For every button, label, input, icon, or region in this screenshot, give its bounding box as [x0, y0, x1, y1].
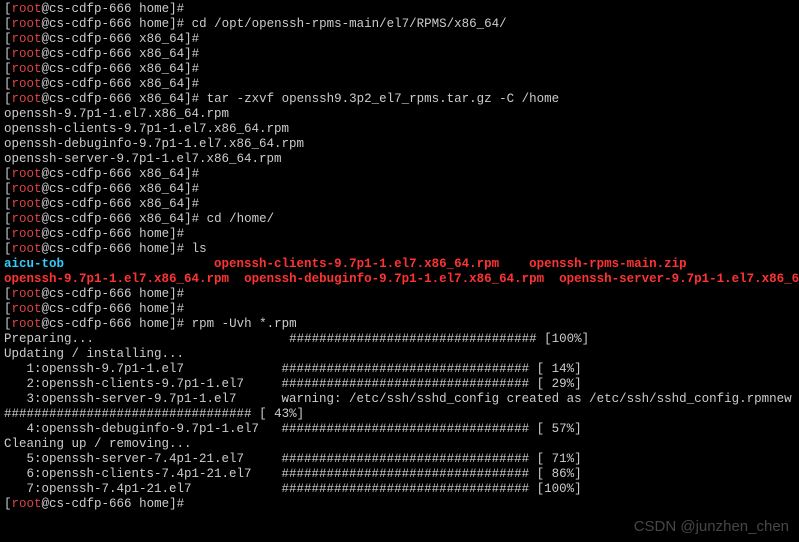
rpm-step: 5:openssh-server-7.4p1-21.el7 ##########… [4, 452, 582, 466]
cmd-cd: cd /opt/openssh-rpms-main/el7/RPMS/x86_6… [192, 17, 507, 31]
rpm-step: 2:openssh-clients-9.7p1-1.el7 ##########… [4, 377, 582, 391]
ls-output-row1: aicu-tob openssh-clients-9.7p1-1.el7.x86… [4, 257, 687, 271]
tar-output: openssh-debuginfo-9.7p1-1.el7.x86_64.rpm [4, 137, 304, 151]
cmd-rpm: rpm -Uvh *.rpm [192, 317, 297, 331]
prompt-line: [root@cs-cdfp-666 x86_64]# [4, 62, 207, 76]
prompt-line: [root@cs-cdfp-666 x86_64]# [4, 77, 207, 91]
ls-output-row2: openssh-9.7p1-1.el7.x86_64.rpm openssh-d… [4, 272, 799, 286]
ls-dir: aicu-tob [4, 257, 64, 271]
rpm-step: 3:openssh-server-9.7p1-1.el7 warning: /e… [4, 392, 792, 406]
prompt-line: [root@cs-cdfp-666 x86_64]# [4, 182, 207, 196]
prompt-line: [root@cs-cdfp-666 home]# [4, 2, 192, 16]
prompt-line: [root@cs-cdfp-666 x86_64]# [4, 47, 207, 61]
rpm-step: 6:openssh-clients-7.4p1-21.el7 #########… [4, 467, 582, 481]
rpm-step: ################################# [ 43%] [4, 407, 304, 421]
prompt-line: [root@cs-cdfp-666 home]# ls [4, 242, 207, 256]
prompt-line: [root@cs-cdfp-666 x86_64]# cd /home/ [4, 212, 274, 226]
rpm-step: 1:openssh-9.7p1-1.el7 ##################… [4, 362, 582, 376]
prompt-line: [root@cs-cdfp-666 home]# [4, 302, 192, 316]
ls-file: openssh-debuginfo-9.7p1-1.el7.x86_64.rpm [244, 272, 544, 286]
rpm-step: 7:openssh-7.4p1-21.el7 #################… [4, 482, 582, 496]
rpm-updating-hdr: Updating / installing... [4, 347, 184, 361]
tar-output: openssh-server-9.7p1-1.el7.x86_64.rpm [4, 152, 282, 166]
prompt-line: [root@cs-cdfp-666 home]# cd /opt/openssh… [4, 17, 507, 31]
rpm-cleaning-hdr: Cleaning up / removing... [4, 437, 192, 451]
cmd-ls: ls [192, 242, 207, 256]
watermark: CSDN @junzhen_chen [634, 519, 789, 534]
prompt-line: [root@cs-cdfp-666 home]# rpm -Uvh *.rpm [4, 317, 297, 331]
prompt-line: [root@cs-cdfp-666 home]# [4, 497, 192, 511]
prompt-line: [root@cs-cdfp-666 x86_64]# tar -zxvf ope… [4, 92, 559, 106]
rpm-preparing: Preparing... ###########################… [4, 332, 589, 346]
ls-file: openssh-clients-9.7p1-1.el7.x86_64.rpm [214, 257, 499, 271]
prompt-line: [root@cs-cdfp-666 x86_64]# [4, 167, 207, 181]
terminal[interactable]: [root@cs-cdfp-666 home]# [root@cs-cdfp-6… [0, 0, 799, 514]
cmd-tar: tar -zxvf openssh9.3p2_el7_rpms.tar.gz -… [207, 92, 560, 106]
prompt-line: [root@cs-cdfp-666 home]# [4, 287, 192, 301]
rpm-step: 4:openssh-debuginfo-9.7p1-1.el7 ########… [4, 422, 582, 436]
ls-file: openssh-9.7p1-1.el7.x86_64.rpm [4, 272, 229, 286]
prompt-line: [root@cs-cdfp-666 x86_64]# [4, 197, 207, 211]
tar-output: openssh-9.7p1-1.el7.x86_64.rpm [4, 107, 229, 121]
cmd-cd-home: cd /home/ [207, 212, 275, 226]
prompt-line: [root@cs-cdfp-666 home]# [4, 227, 192, 241]
prompt-line: [root@cs-cdfp-666 x86_64]# [4, 32, 207, 46]
ls-file: openssh-server-9.7p1-1.el7.x86_64.rpm [559, 272, 799, 286]
tar-output: openssh-clients-9.7p1-1.el7.x86_64.rpm [4, 122, 289, 136]
ls-file: openssh-rpms-main.zip [529, 257, 687, 271]
